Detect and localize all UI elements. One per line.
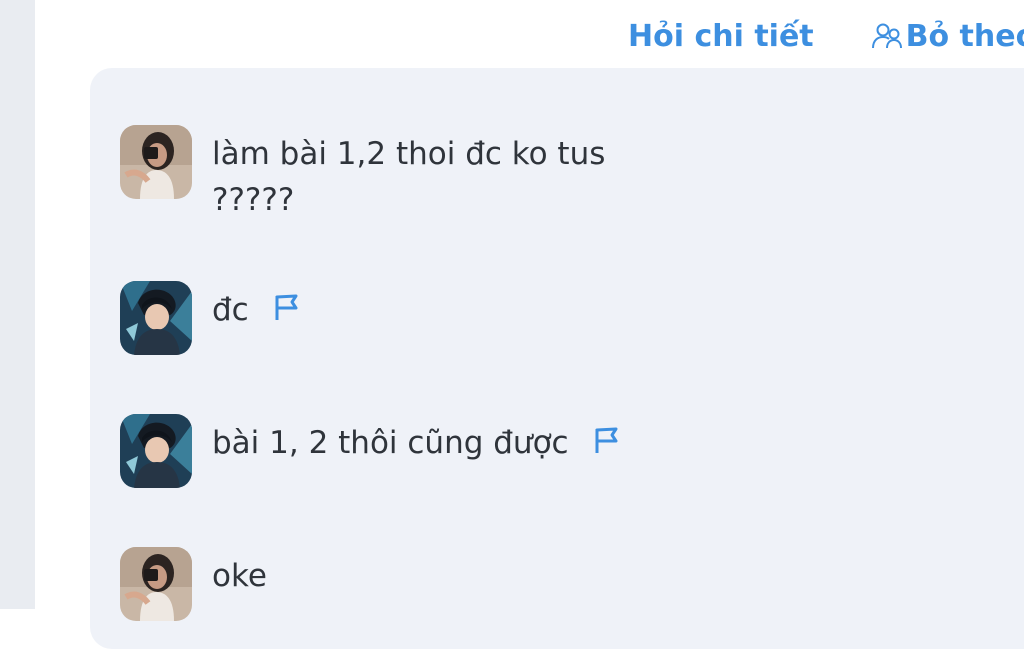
comment-text: bài 1, 2 thôi cũng được	[212, 420, 621, 466]
flag-icon[interactable]	[591, 425, 621, 455]
anime-avatar[interactable]	[120, 414, 192, 488]
unfollow-label: Bỏ theo	[905, 18, 1024, 54]
comment-item: oke	[120, 547, 267, 621]
flag-icon[interactable]	[271, 292, 301, 322]
comment-text: làm bài 1,2 thoi đc ko tus ?????	[212, 131, 605, 223]
comment-text: oke	[212, 553, 267, 599]
ask-detail-label: Hỏi chi tiết	[628, 18, 814, 54]
comment-line: đc	[212, 287, 301, 333]
comment-item: đc	[120, 281, 301, 355]
girl-avatar[interactable]	[120, 125, 192, 199]
top-actions: Hỏi chi tiết Bỏ theo	[628, 14, 1024, 58]
comment-item: bài 1, 2 thôi cũng được	[120, 414, 621, 488]
comment-line: làm bài 1,2 thoi đc ko tus	[212, 136, 606, 172]
anime-avatar[interactable]	[120, 281, 192, 355]
comment-line: ?????	[212, 182, 295, 218]
unfollow-link[interactable]: Bỏ theo	[870, 19, 1024, 54]
unfollow-icon	[871, 23, 902, 49]
girl-avatar[interactable]	[120, 547, 192, 621]
comment-line: oke	[212, 558, 267, 594]
comment-item: làm bài 1,2 thoi đc ko tus ?????	[120, 125, 605, 223]
left-rail	[0, 0, 35, 609]
ask-detail-link[interactable]: Hỏi chi tiết	[628, 19, 814, 54]
comment-text: đc	[212, 287, 301, 333]
comment-line: bài 1, 2 thôi cũng được	[212, 420, 621, 466]
